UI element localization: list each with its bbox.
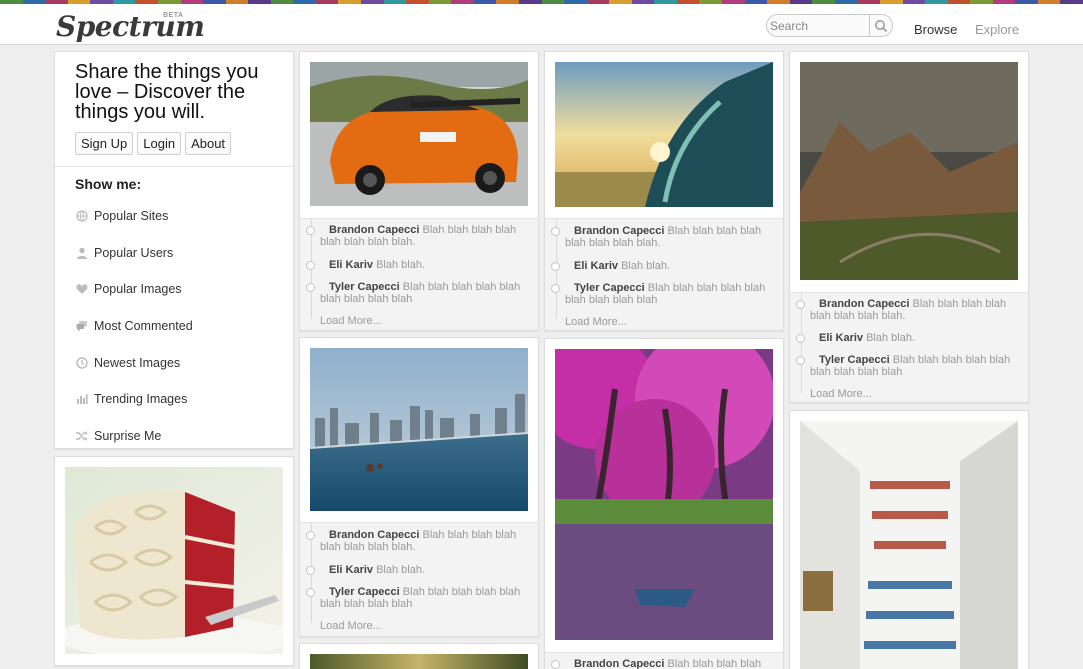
about-button[interactable]: About bbox=[185, 132, 232, 155]
comment-user-link[interactable]: Tyler Capecci bbox=[329, 281, 400, 293]
comment-user-link[interactable]: Eli Kariv bbox=[819, 332, 863, 344]
menu-item-label: Popular Users bbox=[94, 245, 174, 260]
menu-item-label: Trending Images bbox=[94, 392, 188, 407]
mountain-valley-photo[interactable] bbox=[800, 62, 1018, 280]
comment: Tyler Capecci Blah blah blah blah blah b… bbox=[306, 281, 530, 305]
image-photo[interactable] bbox=[310, 654, 528, 669]
globe-icon bbox=[75, 210, 88, 223]
image-card bbox=[789, 410, 1029, 669]
red-velvet-cake-photo[interactable] bbox=[65, 467, 283, 654]
comment: Eli Kariv Blah blah. bbox=[796, 332, 1020, 344]
comment: Eli Kariv Blah blah. bbox=[306, 259, 530, 271]
menu-item-popular-sites[interactable]: Popular Sites bbox=[75, 198, 275, 235]
image-card bbox=[299, 643, 539, 669]
nav-explore-link[interactable]: Explore bbox=[975, 22, 1019, 37]
comments-section: Brandon Capecci Blah blah blah blah blah… bbox=[545, 218, 783, 330]
comment: Brandon Capecci Blah blah blah blah blah… bbox=[551, 658, 775, 669]
menu-item-most-commented[interactable]: Most Commented bbox=[75, 308, 275, 345]
image-card: Brandon Capecci Blah blah blah blah blah… bbox=[299, 51, 539, 331]
divider bbox=[55, 166, 293, 167]
menu-item-newest-images[interactable]: Newest Images bbox=[75, 344, 275, 381]
comment-user-link[interactable]: Eli Kariv bbox=[574, 260, 618, 272]
menu-item-trending-images[interactable]: Trending Images bbox=[75, 381, 275, 418]
image-card bbox=[54, 456, 294, 666]
comment-user-link[interactable]: Brandon Capecci bbox=[574, 658, 664, 669]
comment: Brandon Capecci Blah blah blah blah blah… bbox=[306, 224, 530, 248]
comment: Brandon Capecci Blah blah blah blah blah… bbox=[796, 298, 1020, 322]
comment: Tyler Capecci Blah blah blah blah blah b… bbox=[796, 354, 1020, 378]
comment-user-link[interactable]: Tyler Capecci bbox=[329, 586, 400, 598]
orange-car-photo[interactable] bbox=[310, 62, 528, 206]
comment-user-link[interactable]: Tyler Capecci bbox=[819, 354, 890, 366]
menu-item-surprise-me[interactable]: Surprise Me bbox=[75, 418, 275, 455]
comment-user-link[interactable]: Brandon Capecci bbox=[819, 298, 909, 310]
load-more-link[interactable]: Load More... bbox=[320, 315, 382, 327]
nav-browse-link[interactable]: Browse bbox=[914, 22, 957, 37]
menu-item-label: Newest Images bbox=[94, 355, 181, 370]
image-card: Brandon Capecci Blah blah blah blah blah… bbox=[299, 337, 539, 637]
menu-item-popular-images[interactable]: Popular Images bbox=[75, 271, 275, 308]
comments-section: Brandon Capecci Blah blah blah blah blah… bbox=[790, 292, 1028, 402]
comment: Tyler Capecci Blah blah blah blah blah b… bbox=[306, 586, 530, 610]
comment-user-link[interactable]: Brandon Capecci bbox=[574, 225, 664, 237]
load-more-link[interactable]: Load More... bbox=[320, 620, 382, 632]
comments-icon bbox=[75, 320, 88, 333]
menu-item-label: Most Commented bbox=[94, 319, 193, 334]
comment: Eli Kariv Blah blah. bbox=[306, 564, 530, 576]
shuffle-icon bbox=[75, 429, 88, 442]
ocean-wave-photo[interactable] bbox=[555, 62, 773, 207]
filter-menu: Popular Sites Popular Users Popular Imag… bbox=[75, 206, 275, 462]
search-icon[interactable] bbox=[869, 14, 892, 37]
comment: Tyler Capecci Blah blah blah blah blah b… bbox=[551, 282, 775, 306]
comments-section: Brandon Capecci Blah blah blah blah blah… bbox=[300, 522, 538, 636]
image-card: Brandon Capecci Blah blah blah blah blah… bbox=[789, 51, 1029, 403]
menu-item-label: Popular Sites bbox=[94, 209, 169, 224]
image-card: Brandon Capecci Blah blah blah blah blah… bbox=[544, 338, 784, 669]
sign-up-button[interactable]: Sign Up bbox=[75, 132, 134, 155]
tagline-heading: Share the things you love – Discover the… bbox=[75, 61, 259, 123]
beta-badge: BETA bbox=[163, 12, 184, 19]
clock-icon bbox=[75, 356, 88, 369]
comments-section: Brandon Capecci Blah blah blah blah blah… bbox=[545, 652, 783, 669]
comment: Brandon Capecci Blah blah blah blah blah… bbox=[306, 529, 530, 553]
heart-icon bbox=[75, 283, 88, 296]
comment-user-link[interactable]: Eli Kariv bbox=[329, 564, 373, 576]
menu-item-label: Popular Images bbox=[94, 282, 182, 297]
show-me-heading: Show me: bbox=[75, 176, 142, 192]
image-card: Brandon Capecci Blah blah blah blah blah… bbox=[544, 51, 784, 331]
menu-item-popular-users[interactable]: Popular Users bbox=[75, 235, 275, 272]
comment: Brandon Capecci Blah blah blah blah blah… bbox=[551, 225, 775, 249]
intro-panel: Share the things you love – Discover the… bbox=[54, 51, 294, 449]
comment-user-link[interactable]: Tyler Capecci bbox=[574, 282, 645, 294]
infinity-pool-photo[interactable] bbox=[310, 348, 528, 511]
comment-user-link[interactable]: Eli Kariv bbox=[329, 259, 373, 271]
login-button[interactable]: Login bbox=[137, 132, 182, 155]
bookshelf-wall-photo[interactable] bbox=[800, 421, 1018, 669]
top-navigation-bar: Spectrum BETA Browse Explore bbox=[0, 4, 1083, 45]
comment-user-link[interactable]: Brandon Capecci bbox=[329, 224, 419, 236]
pink-forest-photo[interactable] bbox=[555, 349, 773, 640]
user-icon bbox=[75, 246, 88, 259]
comment: Eli Kariv Blah blah. bbox=[551, 260, 775, 272]
menu-item-label: Surprise Me bbox=[94, 428, 162, 443]
comments-section: Brandon Capecci Blah blah blah blah blah… bbox=[300, 218, 538, 330]
load-more-link[interactable]: Load More... bbox=[810, 388, 872, 400]
search-input[interactable] bbox=[770, 17, 870, 34]
bar-chart-icon bbox=[75, 393, 88, 406]
search-box bbox=[766, 14, 893, 37]
comment-user-link[interactable]: Brandon Capecci bbox=[329, 529, 419, 541]
load-more-link[interactable]: Load More... bbox=[565, 316, 627, 328]
